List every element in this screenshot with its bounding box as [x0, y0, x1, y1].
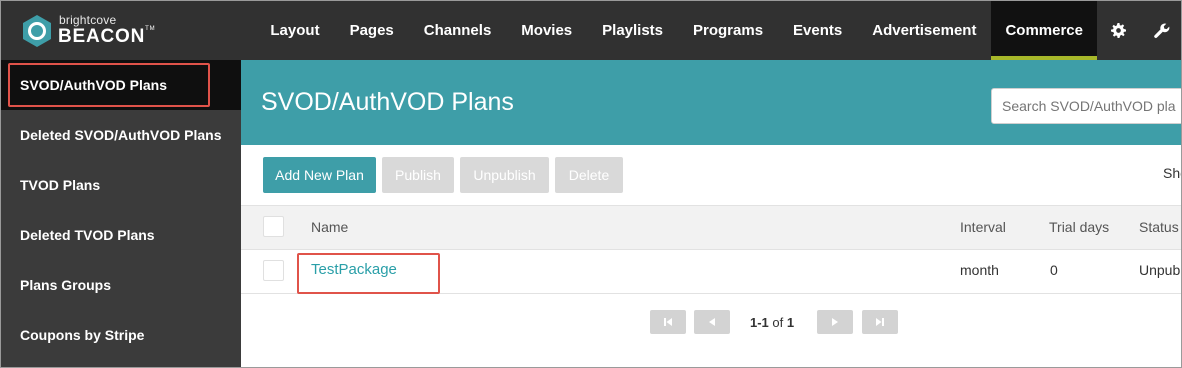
prev-page-icon [709, 318, 715, 326]
nav-advertisement[interactable]: Advertisement [857, 1, 991, 60]
sidebar-item-deleted-svod-plans[interactable]: Deleted SVOD/AuthVOD Plans [1, 110, 241, 160]
next-page-icon [832, 318, 838, 326]
pagination: 1-1 of 1 [241, 310, 1181, 334]
page-title: SVOD/AuthVOD Plans [261, 88, 514, 116]
gear-icon [1111, 23, 1126, 38]
table-row[interactable]: TestPackage month 0 Unpub [241, 250, 1181, 294]
sidebar-item-deleted-tvod-plans[interactable]: Deleted TVOD Plans [1, 210, 241, 260]
next-page-button[interactable] [817, 310, 853, 334]
nav-layout[interactable]: Layout [255, 1, 334, 60]
top-navbar: brightcove BEACONTM Layout Pages Channel… [1, 1, 1181, 60]
nav-pages[interactable]: Pages [335, 1, 409, 60]
plan-trial-days: 0 [1050, 262, 1058, 278]
nav-commerce[interactable]: Commerce [991, 1, 1097, 60]
column-status[interactable]: Status [1139, 219, 1179, 235]
search-input[interactable] [991, 88, 1181, 124]
sidebar: SVOD/AuthVOD Plans Deleted SVOD/AuthVOD … [1, 60, 241, 367]
plan-name-link[interactable]: TestPackage [311, 261, 397, 278]
page-indicator: 1-1 of 1 [750, 315, 795, 330]
brand-name: BEACONTM [58, 26, 156, 47]
nav-playlists[interactable]: Playlists [587, 1, 678, 60]
sidebar-item-plans-groups[interactable]: Plans Groups [1, 260, 241, 310]
nav-movies[interactable]: Movies [506, 1, 587, 60]
beacon-hex-icon [23, 15, 51, 47]
column-trial-days[interactable]: Trial days [1049, 219, 1109, 235]
column-name[interactable]: Name [311, 219, 348, 235]
add-new-plan-button[interactable]: Add New Plan [263, 157, 376, 193]
last-page-button[interactable] [862, 310, 898, 334]
first-page-button[interactable] [650, 310, 686, 334]
sidebar-item-tvod-plans[interactable]: TVOD Plans [1, 160, 241, 210]
publish-button[interactable]: Publish [382, 157, 454, 193]
plan-interval: month [960, 262, 999, 278]
nav-programs[interactable]: Programs [678, 1, 778, 60]
prev-page-button[interactable] [694, 310, 730, 334]
settings-button[interactable] [1097, 1, 1140, 60]
delete-button[interactable]: Delete [555, 157, 623, 193]
nav-events[interactable]: Events [778, 1, 857, 60]
column-interval[interactable]: Interval [960, 219, 1006, 235]
select-all-checkbox[interactable] [263, 216, 284, 237]
tools-button[interactable] [1140, 1, 1181, 60]
app-frame: brightcove BEACONTM Layout Pages Channel… [0, 0, 1182, 368]
brand-small-text: brightcove [59, 13, 117, 27]
unpublish-button[interactable]: Unpublish [460, 157, 549, 193]
table-header: Name Interval Trial days Status [241, 205, 1181, 250]
row-checkbox[interactable] [263, 260, 284, 281]
brand-logo[interactable]: brightcove BEACONTM [21, 11, 155, 51]
nav-channels[interactable]: Channels [409, 1, 507, 60]
last-page-icon [876, 318, 884, 326]
plan-status: Unpub [1139, 262, 1181, 278]
action-toolbar: Add New Plan Publish Unpublish Delete Sh… [241, 145, 1181, 205]
wrench-icon [1153, 23, 1169, 38]
show-entries-label: Sho [1163, 165, 1181, 181]
first-page-icon [664, 318, 672, 326]
sidebar-item-coupons[interactable]: Coupons by Stripe [1, 310, 241, 360]
main-content: SVOD/AuthVOD Plans Add New Plan Publish … [241, 60, 1181, 367]
sidebar-item-svod-plans[interactable]: SVOD/AuthVOD Plans [1, 60, 241, 110]
main-nav: Layout Pages Channels Movies Playlists P… [255, 1, 1181, 60]
page-header: SVOD/AuthVOD Plans [241, 60, 1181, 145]
